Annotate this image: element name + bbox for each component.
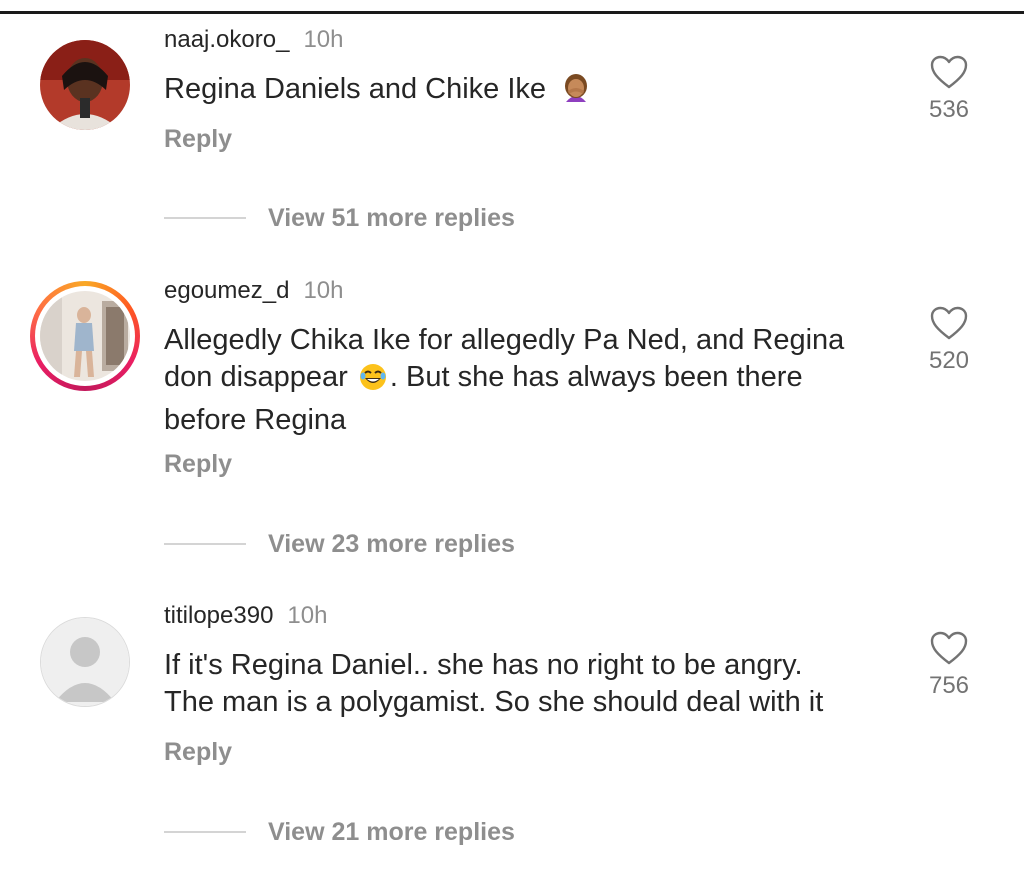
like-control: 756 xyxy=(920,630,978,700)
comment-text-line: The man is a polygamist. So she should d… xyxy=(164,686,824,718)
view-more-replies-label: View 21 more replies xyxy=(268,817,515,846)
replies-divider xyxy=(164,831,246,833)
person-icon xyxy=(41,618,129,706)
timestamp: 10h xyxy=(287,602,328,629)
comment-3: titilope390 10h If it's Regina Daniel.. s… xyxy=(0,0,1024,878)
reply-button[interactable]: Reply xyxy=(164,737,232,767)
default-avatar-icon[interactable] xyxy=(40,617,130,707)
comment-meta: titilope390 10h xyxy=(164,602,327,630)
like-count: 756 xyxy=(928,672,970,699)
heart-icon[interactable] xyxy=(920,630,978,666)
username[interactable]: titilope390 xyxy=(164,602,273,629)
comment-text-line: If it's Regina Daniel.. she has no right… xyxy=(164,649,803,681)
comment-text: If it's Regina Daniel.. she has no right… xyxy=(164,647,904,721)
view-more-replies-button[interactable]: View 21 more replies xyxy=(164,817,515,847)
